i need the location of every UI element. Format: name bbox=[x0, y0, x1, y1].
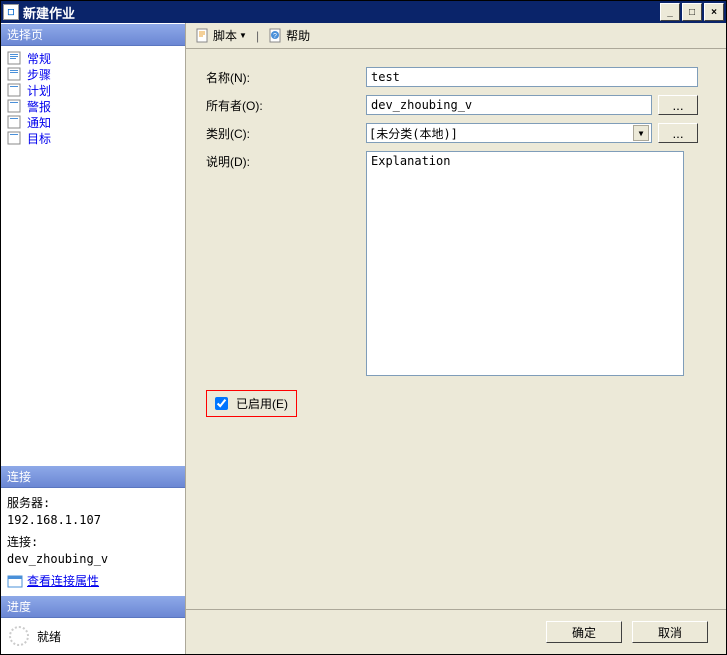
conn-value: dev_zhoubing_v bbox=[7, 552, 179, 566]
view-props-label: 查看连接属性 bbox=[27, 572, 99, 589]
category-label: 类别(C): bbox=[206, 123, 366, 142]
category-select[interactable]: [未分类(本地)] ▼ bbox=[366, 123, 652, 143]
view-connection-props-link[interactable]: 查看连接属性 bbox=[7, 572, 179, 589]
spinner-icon bbox=[9, 626, 29, 646]
dialog-window: ☐ 新建作业 _ □ × 选择页 常规 步骤 计划 bbox=[0, 0, 727, 655]
help-icon: ? bbox=[268, 28, 284, 44]
page-icon bbox=[7, 115, 23, 129]
server-label: 服务器: bbox=[7, 494, 179, 511]
nav-item-targets[interactable]: 目标 bbox=[5, 130, 181, 146]
form-area: 名称(N): 所有者(O): ... 类别(C): bbox=[186, 49, 726, 609]
nav-label: 常规 bbox=[27, 50, 51, 67]
page-icon bbox=[7, 99, 23, 113]
connection-body: 服务器: 192.168.1.107 连接: dev_zhoubing_v 查看… bbox=[1, 488, 185, 595]
page-icon bbox=[7, 51, 23, 65]
svg-text:?: ? bbox=[273, 33, 277, 40]
progress-header: 进度 bbox=[1, 595, 185, 618]
script-icon bbox=[195, 28, 211, 44]
chevron-down-icon: ▼ bbox=[633, 125, 649, 141]
dropdown-arrow-icon: ▼ bbox=[239, 31, 247, 40]
window-buttons: _ □ × bbox=[660, 3, 724, 21]
name-label: 名称(N): bbox=[206, 67, 366, 86]
nav-item-schedule[interactable]: 计划 bbox=[5, 82, 181, 98]
nav-label: 计划 bbox=[27, 82, 51, 99]
nav-item-steps[interactable]: 步骤 bbox=[5, 66, 181, 82]
script-label: 脚本 bbox=[213, 27, 237, 44]
category-row: 类别(C): [未分类(本地)] ▼ ... bbox=[206, 123, 698, 143]
name-row: 名称(N): bbox=[206, 67, 698, 87]
owner-label: 所有者(O): bbox=[206, 95, 366, 114]
page-icon bbox=[7, 83, 23, 97]
description-textarea[interactable] bbox=[366, 151, 684, 376]
desc-row: 说明(D): bbox=[206, 151, 698, 376]
category-value: [未分类(本地)] bbox=[369, 125, 458, 142]
name-input[interactable] bbox=[366, 67, 698, 87]
owner-input[interactable] bbox=[366, 95, 652, 115]
script-button[interactable]: 脚本 ▼ bbox=[192, 26, 250, 45]
enabled-row: 已启用(E) bbox=[206, 390, 297, 417]
progress-status: 就绪 bbox=[37, 628, 61, 645]
connection-header: 连接 bbox=[1, 465, 185, 488]
maximize-button[interactable]: □ bbox=[682, 3, 702, 21]
window-title: 新建作业 bbox=[23, 3, 660, 22]
nav-label: 步骤 bbox=[27, 66, 51, 83]
left-panel: 选择页 常规 步骤 计划 警报 bbox=[1, 23, 186, 654]
nav-filler bbox=[1, 150, 185, 465]
help-label: 帮助 bbox=[286, 27, 310, 44]
minimize-button[interactable]: _ bbox=[660, 3, 680, 21]
cancel-button[interactable]: 取消 bbox=[632, 621, 708, 643]
nav-item-general[interactable]: 常规 bbox=[5, 50, 181, 66]
progress-body: 就绪 bbox=[1, 618, 185, 654]
nav-label: 警报 bbox=[27, 98, 51, 115]
close-button[interactable]: × bbox=[704, 3, 724, 21]
toolbar-separator: | bbox=[254, 29, 261, 43]
nav-label: 通知 bbox=[27, 114, 51, 131]
server-value: 192.168.1.107 bbox=[7, 513, 179, 527]
page-icon bbox=[7, 131, 23, 145]
enabled-label: 已启用(E) bbox=[236, 395, 288, 412]
desc-label: 说明(D): bbox=[206, 151, 366, 170]
toolbar: 脚本 ▼ | ? 帮助 bbox=[186, 23, 726, 49]
owner-row: 所有者(O): ... bbox=[206, 95, 698, 115]
app-icon: ☐ bbox=[3, 4, 19, 20]
properties-icon bbox=[7, 573, 23, 589]
nav-item-alerts[interactable]: 警报 bbox=[5, 98, 181, 114]
enabled-checkbox[interactable] bbox=[215, 397, 228, 410]
nav-list: 常规 步骤 计划 警报 通知 bbox=[1, 46, 185, 150]
nav-item-notify[interactable]: 通知 bbox=[5, 114, 181, 130]
body: 选择页 常规 步骤 计划 警报 bbox=[1, 23, 726, 654]
conn-label: 连接: bbox=[7, 533, 179, 550]
titlebar: ☐ 新建作业 _ □ × bbox=[1, 1, 726, 23]
owner-browse-button[interactable]: ... bbox=[658, 95, 698, 115]
page-icon bbox=[7, 67, 23, 81]
category-browse-button[interactable]: ... bbox=[658, 123, 698, 143]
button-bar: 确定 取消 bbox=[186, 609, 726, 654]
right-panel: 脚本 ▼ | ? 帮助 名称(N): 所有者(O): bbox=[186, 23, 726, 654]
ok-button[interactable]: 确定 bbox=[546, 621, 622, 643]
nav-label: 目标 bbox=[27, 130, 51, 147]
help-button[interactable]: ? 帮助 bbox=[265, 26, 313, 45]
select-page-header: 选择页 bbox=[1, 23, 185, 46]
